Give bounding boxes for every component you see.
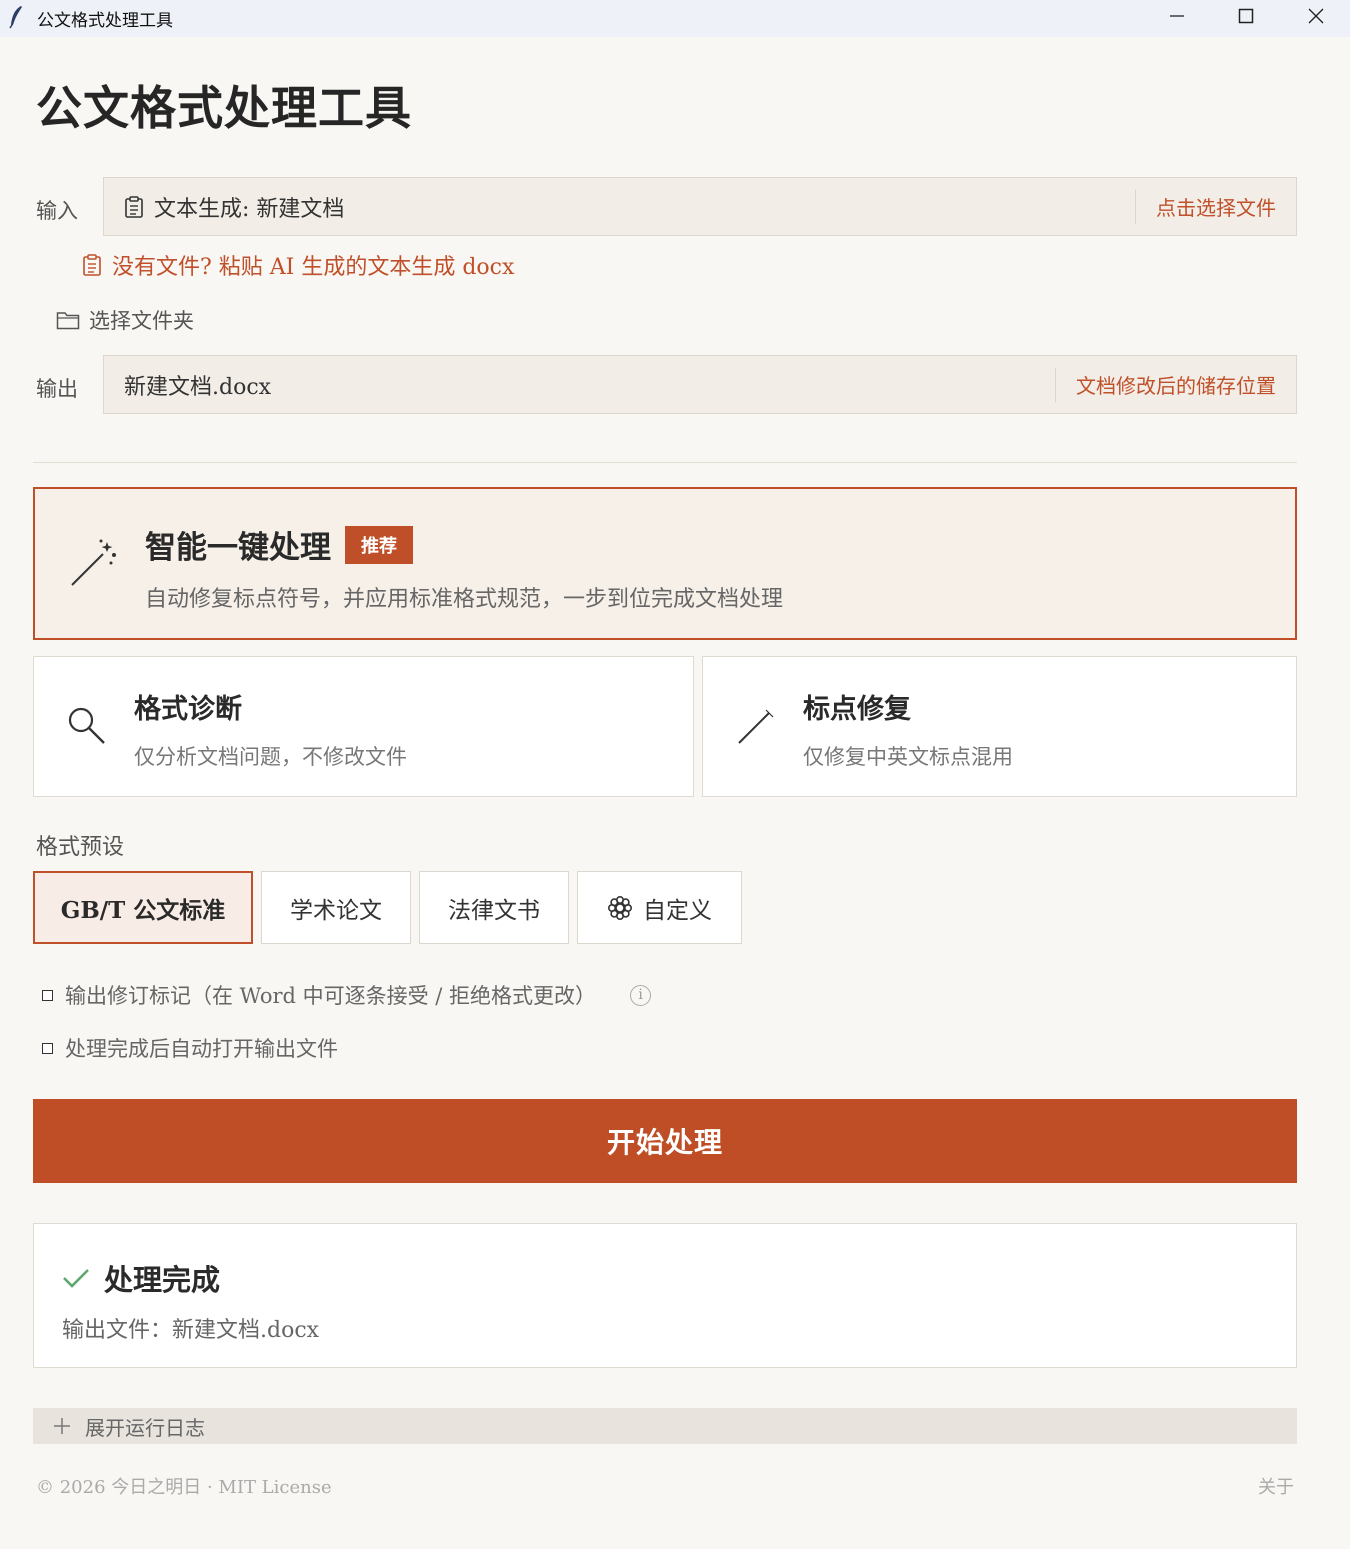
input-field[interactable]: 文本生成: 新建文档 点击选择文件 (103, 177, 1297, 236)
input-value: 文本生成: 新建文档 (154, 196, 345, 222)
feather-icon (9, 6, 22, 29)
plus-icon (54, 1418, 70, 1434)
info-icon[interactable]: i (630, 984, 652, 1006)
result-card: 处理完成 输出文件：新建文档.docx (33, 1223, 1297, 1368)
window-title: 公文格式处理工具 (37, 11, 173, 31)
minimize-button[interactable] (1142, 0, 1212, 32)
smart-process-title-row: 智能一键处理 推荐 (145, 522, 413, 567)
punctuation-fix-title: 标点修复 (803, 694, 911, 725)
select-file-button[interactable]: 点击选择文件 (1135, 189, 1296, 224)
track-changes-label: 输出修订标记（在 Word 中可逐条接受 / 拒绝格式更改） (65, 984, 597, 1008)
expand-log-label: 展开运行日志 (85, 1415, 205, 1440)
pen-icon (738, 709, 774, 744)
preset-academic[interactable]: 学术论文 (261, 871, 411, 944)
footer-copyright: © 2026 今日之明日 · MIT License (36, 1477, 332, 1498)
gear-icon (607, 895, 632, 920)
title-bar: 公文格式处理工具 (0, 0, 1350, 37)
clipboard-icon (83, 254, 101, 276)
checkmark-icon (63, 1269, 89, 1288)
paste-text-link[interactable]: 没有文件? 粘贴 AI 生成的文本生成 docx (82, 249, 514, 281)
magic-wand-icon (71, 539, 116, 586)
minimize-icon (1170, 15, 1184, 17)
output-value: 新建文档.docx (124, 374, 272, 400)
select-folder-link[interactable]: 选择文件夹 (56, 305, 194, 335)
paste-text-label: 没有文件? 粘贴 AI 生成的文本生成 docx (112, 255, 515, 280)
start-process-button[interactable]: 开始处理 (33, 1099, 1297, 1183)
close-icon (1308, 8, 1324, 24)
clipboard-icon (125, 195, 143, 218)
expand-log-toggle[interactable]: 展开运行日志 (33, 1408, 1297, 1444)
input-label: 输入 (36, 199, 78, 223)
format-diagnosis-title: 格式诊断 (134, 694, 242, 725)
preset-label: 格式预设 (36, 835, 125, 860)
preset-legal[interactable]: 法律文书 (419, 871, 569, 944)
folder-icon (56, 312, 80, 330)
auto-open-checkbox[interactable] (42, 1042, 53, 1054)
select-folder-label: 选择文件夹 (89, 309, 194, 333)
track-changes-checkbox[interactable] (42, 989, 53, 1001)
recommended-badge: 推荐 (345, 525, 413, 564)
auto-open-label: 处理完成后自动打开输出文件 (65, 1037, 338, 1061)
close-button[interactable] (1281, 0, 1350, 32)
divider (33, 462, 1297, 463)
maximize-button[interactable] (1211, 0, 1281, 32)
preset-custom-label: 自定义 (643, 897, 712, 924)
about-link[interactable]: 关于 (1258, 1473, 1294, 1499)
result-title: 处理完成 (104, 1263, 221, 1297)
page-title: 公文格式处理工具 (36, 81, 412, 135)
punctuation-fix-card[interactable]: 标点修复 仅修复中英文标点混用 (702, 656, 1297, 797)
input-value-wrap: 文本生成: 新建文档 (104, 191, 1135, 223)
format-diagnosis-description: 仅分析文档问题，不修改文件 (134, 745, 407, 769)
smart-process-card[interactable]: 智能一键处理 推荐 自动修复标点符号，并应用标准格式规范，一步到位完成文档处理 (33, 487, 1297, 640)
auto-open-option: 处理完成后自动打开输出文件 (42, 1033, 338, 1063)
preset-custom[interactable]: 自定义 (577, 871, 742, 944)
search-icon (68, 707, 105, 744)
track-changes-option: 输出修订标记（在 Word 中可逐条接受 / 拒绝格式更改） i (42, 980, 652, 1010)
preset-gbt[interactable]: GB/T 公文标准 (33, 871, 253, 944)
output-location-button[interactable]: 文档修改后的储存位置 (1055, 367, 1296, 402)
smart-process-title: 智能一键处理 (145, 530, 331, 566)
output-field[interactable]: 新建文档.docx 文档修改后的储存位置 (103, 355, 1297, 414)
result-output-file: 输出文件：新建文档.docx (62, 1318, 320, 1343)
format-diagnosis-card[interactable]: 格式诊断 仅分析文档问题，不修改文件 (33, 656, 694, 797)
punctuation-fix-description: 仅修复中英文标点混用 (803, 745, 1013, 769)
output-label: 输出 (36, 377, 78, 401)
maximize-icon (1238, 8, 1254, 24)
result-title-row: 处理完成 (62, 1257, 220, 1299)
smart-process-description: 自动修复标点符号，并应用标准格式规范，一步到位完成文档处理 (145, 587, 784, 612)
